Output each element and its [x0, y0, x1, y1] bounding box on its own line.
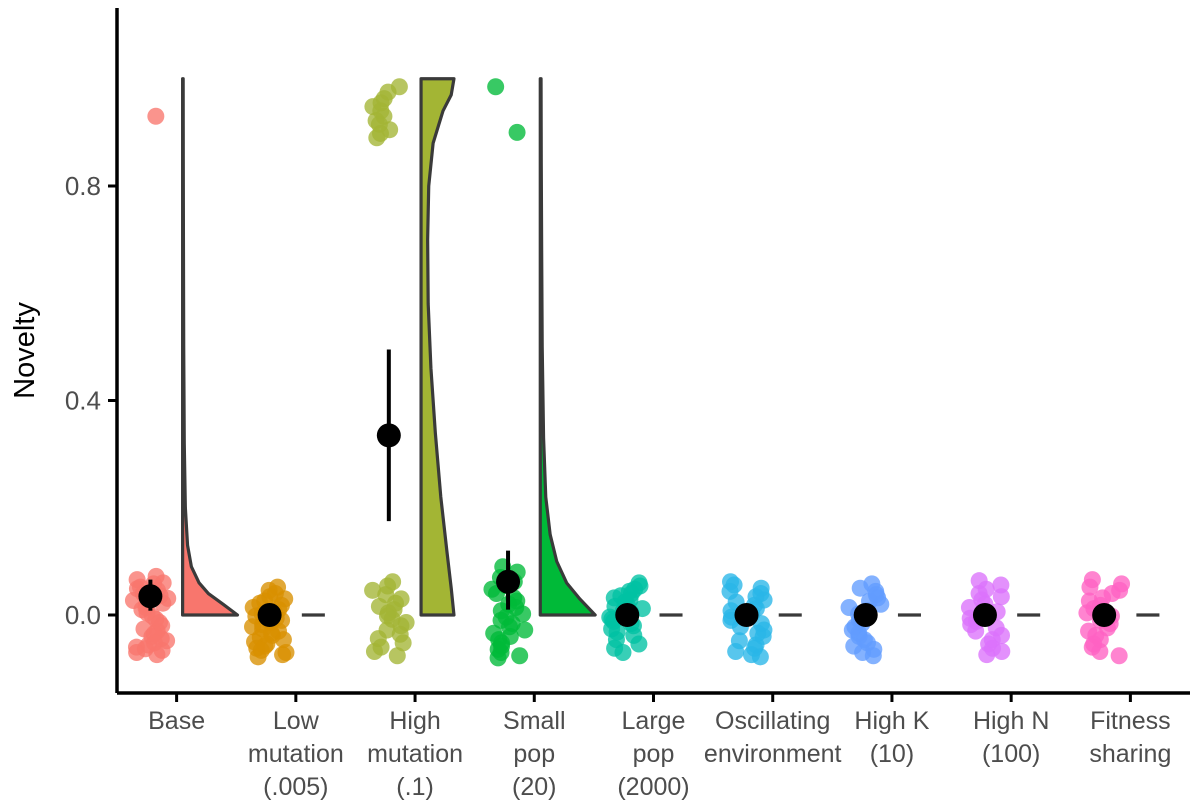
chart-canvas: 0.0 0.4 0.8 Base Low mutation (.005) High mutat… [0, 0, 1195, 805]
mean-point [376, 423, 401, 448]
y-tick-label: 0.0 [65, 600, 101, 630]
y-tick-label: 0.8 [65, 171, 101, 201]
data-point [365, 642, 383, 660]
data-point [274, 646, 292, 664]
data-point [487, 78, 505, 96]
mean-point [138, 584, 163, 609]
x-tick-label-high-n-100-: High N [973, 707, 1049, 735]
data-point [751, 648, 769, 666]
x-tick-label-high-k-10-: (10) [870, 740, 914, 768]
data-point [516, 621, 534, 639]
x-tick-label-high-mutation-1-: (.1) [396, 773, 434, 801]
x-tick-label-high-mutation-1-: High [389, 707, 440, 735]
x-tick-label-small-pop-20-: pop [513, 740, 555, 768]
data-point [128, 644, 146, 662]
x-tick-label-fitness-sharing: Fitness [1090, 707, 1171, 735]
mean-point [496, 569, 521, 594]
data-point [148, 646, 166, 664]
x-tick-label-low-mutation-005-: Low [273, 707, 320, 735]
x-tick-label-large-pop-2000-: (2000) [617, 773, 689, 801]
x-tick-label-oscillating-environment: environment [704, 740, 842, 768]
data-point [249, 648, 267, 666]
data-point [147, 107, 165, 125]
mean-point [734, 603, 759, 627]
x-tick-label-large-pop-2000-: Large [622, 707, 686, 735]
data-point [1091, 642, 1109, 660]
data-point [614, 644, 632, 662]
x-tick-label-small-pop-20-: (20) [512, 773, 556, 801]
x-tick-label-high-k-10-: High K [854, 707, 929, 735]
x-tick-label-large-pop-2000-: pop [633, 740, 675, 768]
data-point [992, 588, 1010, 606]
x-tick-label-high-mutation-1-: mutation [367, 740, 463, 768]
data-point [727, 642, 745, 660]
x-tick-label-high-n-100-: (100) [982, 740, 1040, 768]
data-point [1110, 647, 1128, 665]
data-point [489, 649, 507, 667]
mean-point [257, 603, 282, 627]
data-point [508, 123, 526, 141]
x-tick-label-low-mutation-005-: (.005) [263, 773, 328, 801]
x-tick-label-fitness-sharing: sharing [1089, 740, 1171, 768]
mean-point [1092, 603, 1117, 627]
x-tick-label-base: Base [148, 707, 205, 735]
x-tick-label-oscillating-environment: Oscillating [715, 707, 830, 735]
y-tick-label: 0.4 [65, 386, 101, 416]
data-point [978, 646, 996, 664]
mean-point [853, 603, 878, 627]
y-axis-title: Novelty [9, 302, 41, 399]
data-point [388, 647, 406, 665]
axis-title-layer: Novelty [9, 302, 41, 399]
data-point [511, 647, 529, 665]
raincloud-plot: 0.0 0.4 0.8 Base Low mutation (.005) High mutat… [0, 0, 1195, 805]
data-point [630, 635, 648, 653]
data-point [368, 129, 386, 147]
data-point [864, 647, 882, 665]
mean-point [615, 603, 640, 627]
data-point [993, 642, 1011, 660]
x-tick-label-low-mutation-005-: mutation [248, 740, 344, 768]
mean-point [972, 603, 997, 627]
x-tick-label-small-pop-20-: Small [503, 707, 566, 735]
plot-background [0, 0, 1195, 805]
